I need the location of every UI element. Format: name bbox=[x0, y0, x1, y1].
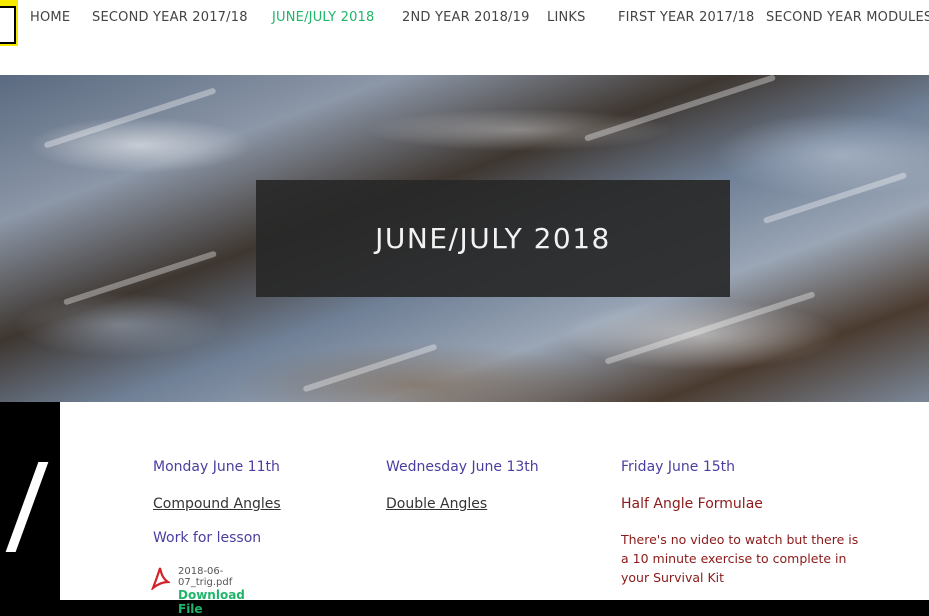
day-heading: Wednesday June 13th bbox=[386, 459, 539, 475]
water-streak bbox=[302, 343, 438, 393]
left-decoration bbox=[0, 402, 60, 600]
file-attachment: 2018-06-07_trig.pdf Download File bbox=[150, 566, 245, 616]
menu-toggle-tab[interactable] bbox=[0, 0, 18, 46]
top-navigation: HOME SECOND YEAR 2017/18 JUNE/JULY 2018 … bbox=[0, 0, 929, 75]
water-streak bbox=[62, 250, 218, 306]
page-title: JUNE/JULY 2018 bbox=[375, 222, 611, 255]
hero-banner: JUNE/JULY 2018 bbox=[0, 75, 929, 402]
half-angle-heading: Half Angle Formulae bbox=[621, 496, 763, 512]
nav-item-links[interactable]: LINKS bbox=[547, 10, 586, 25]
day-heading: Monday June 11th bbox=[153, 459, 280, 475]
work-for-lesson-label: Work for lesson bbox=[153, 530, 262, 546]
slash-shape bbox=[5, 462, 49, 552]
download-file-link[interactable]: Download File bbox=[178, 588, 245, 616]
water-streak bbox=[43, 87, 217, 149]
file-name: 2018-06-07_trig.pdf bbox=[178, 566, 233, 588]
menu-toggle-inner bbox=[0, 6, 16, 44]
nav-item-2nd-year-2018-19[interactable]: 2ND YEAR 2018/19 bbox=[402, 10, 530, 25]
nav-item-second-year-2017-18[interactable]: SECOND YEAR 2017/18 bbox=[92, 10, 248, 25]
water-streak bbox=[583, 75, 777, 142]
exercise-description: There's no video to watch but there is a… bbox=[621, 532, 859, 585]
water-streak bbox=[604, 291, 816, 365]
water-streak bbox=[762, 171, 908, 225]
compound-angles-link[interactable]: Compound Angles bbox=[153, 496, 281, 512]
nav-item-june-july-2018[interactable]: JUNE/JULY 2018 bbox=[272, 10, 375, 25]
page-title-box: JUNE/JULY 2018 bbox=[256, 180, 730, 297]
nav-item-home[interactable]: HOME bbox=[30, 10, 70, 25]
double-angles-link[interactable]: Double Angles bbox=[386, 496, 487, 512]
content-area: Monday June 11th Compound Angles Work fo… bbox=[0, 402, 929, 616]
day-heading: Friday June 15th bbox=[621, 459, 735, 475]
nav-item-second-year-modules[interactable]: SECOND YEAR MODULES bbox=[766, 10, 929, 25]
pdf-icon bbox=[150, 566, 172, 592]
nav-item-first-year-2017-18[interactable]: FIRST YEAR 2017/18 bbox=[618, 10, 755, 25]
